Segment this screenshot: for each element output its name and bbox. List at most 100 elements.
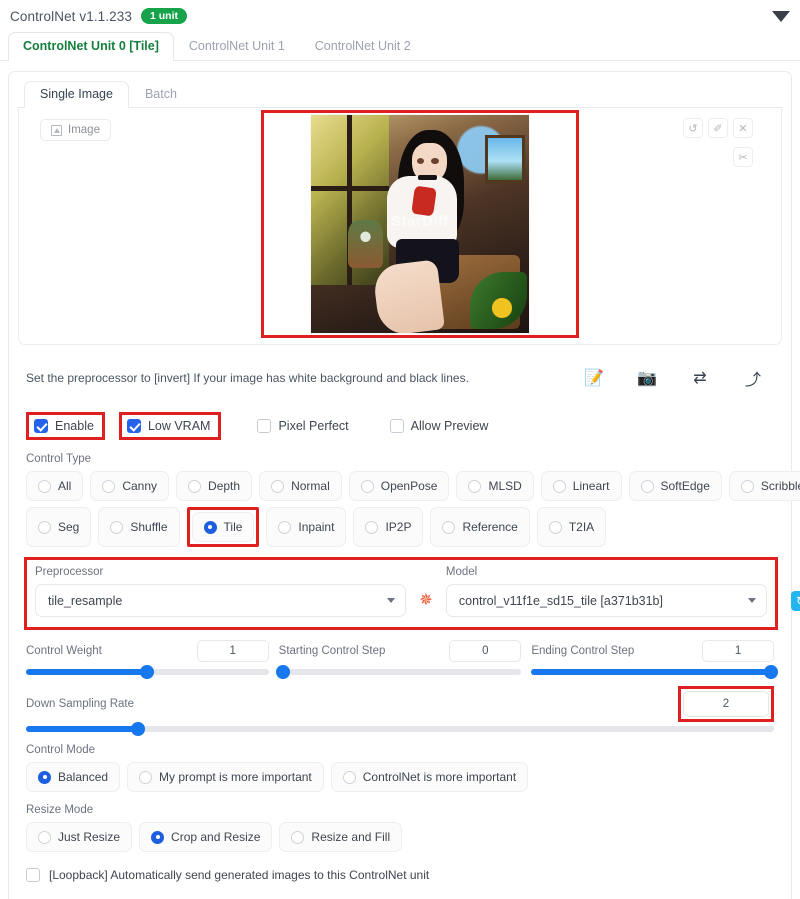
preprocessor-select[interactable]: tile_resample	[35, 584, 406, 617]
tab-single-image[interactable]: Single Image	[24, 81, 129, 108]
starting-control-step-knob[interactable]	[275, 665, 290, 679]
radio-icon[interactable]	[110, 520, 124, 534]
control-type-openpose[interactable]: OpenPose	[348, 471, 450, 501]
starting-control-step-value[interactable]: 0	[449, 640, 522, 662]
spark-icon[interactable]: ✵	[406, 590, 446, 617]
caret-down-icon[interactable]	[772, 10, 790, 22]
eraser-icon[interactable]: ✐	[708, 118, 728, 138]
checkbox-allow-preview-box[interactable]	[389, 419, 404, 433]
control-type-reference-label: Reference	[462, 520, 518, 534]
tab-batch[interactable]: Batch	[129, 81, 193, 107]
image-upload-chip[interactable]: Image	[40, 119, 111, 141]
radio-icon[interactable]	[552, 479, 566, 493]
resize-mode-resize-and-fill-label: Resize and Fill	[311, 830, 391, 844]
control-type-reference[interactable]: Reference	[430, 507, 530, 547]
radio-icon[interactable]	[360, 479, 374, 493]
checkbox-enable-box[interactable]	[34, 419, 48, 433]
control-mode-label: Control Mode	[26, 744, 96, 756]
radio-icon[interactable]	[151, 830, 165, 844]
starting-control-step-slider-cell: Starting Control Step 0	[275, 640, 522, 679]
checkbox-loopback-box[interactable]	[26, 868, 40, 882]
control-type-canny[interactable]: Canny	[90, 471, 170, 501]
down-sampling-rate-value[interactable]: 2	[683, 691, 769, 717]
resize-mode-resize-and-fill[interactable]: Resize and Fill	[279, 822, 403, 852]
resize-mode-just-resize[interactable]: Just Resize	[26, 822, 133, 852]
control-type-depth[interactable]: Depth	[176, 471, 253, 501]
camera-icon[interactable]: 📷	[636, 367, 658, 389]
control-type-shuffle[interactable]: Shuffle	[98, 507, 180, 547]
checkbox-low-vram-box[interactable]	[126, 419, 141, 433]
control-mode-my-prompt[interactable]: My prompt is more important	[127, 762, 324, 792]
tab-controlnet-unit-1[interactable]: ControlNet Unit 1	[174, 32, 300, 60]
control-image-preview[interactable]: StarDiff	[311, 115, 529, 333]
radio-icon[interactable]	[38, 520, 51, 534]
image-source-tabs: Single Image Batch	[18, 80, 782, 108]
checkbox-loopback[interactable]: [Loopback] Automatically send generated …	[18, 868, 782, 882]
radio-icon[interactable]	[548, 520, 562, 534]
control-type-t2ia[interactable]: T2IA	[536, 507, 607, 547]
radio-icon[interactable]	[442, 520, 456, 534]
checkbox-enable[interactable]: Enable	[34, 419, 94, 433]
radio-icon[interactable]	[365, 520, 379, 534]
radio-icon[interactable]	[188, 479, 202, 493]
checkbox-allow-preview[interactable]: Allow Preview	[389, 419, 488, 433]
control-weight-track[interactable]	[26, 665, 269, 679]
checkbox-low-vram[interactable]: Low VRAM	[126, 419, 210, 433]
tab-controlnet-unit-2[interactable]: ControlNet Unit 2	[300, 32, 426, 60]
image-chip-label: Image	[68, 124, 100, 136]
image-dropzone[interactable]: Image StarDiff ↺ ✐ ✕ ✂	[18, 108, 782, 345]
radio-icon[interactable]	[271, 479, 285, 493]
control-mode-balanced[interactable]: Balanced	[26, 762, 121, 792]
curve-arrow-icon[interactable]: ⤴	[742, 367, 764, 389]
ending-control-step-value[interactable]: 1	[702, 640, 775, 662]
starting-control-step-track[interactable]	[275, 665, 522, 679]
control-type-scribble-label: Scribble	[760, 479, 800, 493]
scissors-icon[interactable]: ✂	[733, 147, 753, 167]
radio-icon[interactable]	[102, 479, 116, 493]
preprocessor-label: Preprocessor	[35, 566, 104, 578]
undo-icon[interactable]: ↺	[683, 118, 703, 138]
edit-note-icon[interactable]: 📝	[583, 367, 605, 389]
close-icon[interactable]: ✕	[733, 118, 753, 138]
control-type-normal[interactable]: Normal	[259, 471, 342, 501]
resize-mode-crop-and-resize[interactable]: Crop and Resize	[139, 822, 273, 852]
down-sampling-rate-knob[interactable]	[131, 722, 146, 736]
preview-ribbon-shape	[411, 185, 438, 217]
control-mode-controlnet[interactable]: ControlNet is more important	[330, 762, 529, 792]
control-type-ip2p[interactable]: IP2P	[353, 507, 424, 547]
ending-control-step-track[interactable]	[531, 665, 779, 679]
control-type-all-label: All	[58, 479, 72, 493]
radio-icon[interactable]	[342, 770, 356, 784]
down-sampling-rate-head: Down Sampling Rate 2	[26, 686, 774, 722]
radio-icon[interactable]	[203, 520, 217, 534]
control-type-seg[interactable]: Seg	[26, 507, 92, 547]
tab-controlnet-unit-0[interactable]: ControlNet Unit 0 [Tile]	[8, 32, 174, 61]
radio-icon[interactable]	[468, 479, 482, 493]
radio-icon[interactable]	[740, 479, 754, 493]
control-type-all[interactable]: All	[26, 471, 84, 501]
control-type-mlsd[interactable]: MLSD	[456, 471, 534, 501]
radio-icon[interactable]	[640, 479, 654, 493]
down-sampling-rate-track[interactable]	[26, 722, 774, 736]
control-type-scribble[interactable]: Scribble	[728, 471, 800, 501]
checkbox-pixel-perfect[interactable]: Pixel Perfect	[257, 419, 349, 433]
model-label: Model	[445, 566, 478, 578]
control-type-inpaint[interactable]: Inpaint	[266, 507, 347, 547]
radio-icon[interactable]	[38, 830, 51, 844]
swap-icon[interactable]: ⇄	[689, 367, 711, 389]
control-weight-value[interactable]: 1	[196, 640, 269, 662]
control-weight-knob[interactable]	[140, 665, 155, 679]
checkbox-pixel-perfect-box[interactable]	[257, 419, 272, 433]
radio-icon[interactable]	[139, 770, 153, 784]
control-type-tile[interactable]: Tile	[191, 512, 255, 542]
control-type-lineart[interactable]: Lineart	[540, 471, 622, 501]
model-select[interactable]: control_v11f1e_sd15_tile [a371b31b]	[445, 584, 767, 617]
radio-icon[interactable]	[291, 830, 305, 844]
ending-control-step-knob[interactable]	[764, 665, 779, 679]
radio-icon[interactable]	[38, 479, 51, 493]
control-type-softedge[interactable]: SoftEdge	[628, 471, 722, 501]
refresh-icon[interactable]: ↻	[791, 591, 800, 611]
radio-icon[interactable]	[38, 770, 51, 784]
resize-mode-label: Resize Mode	[26, 804, 94, 816]
radio-icon[interactable]	[278, 520, 292, 534]
